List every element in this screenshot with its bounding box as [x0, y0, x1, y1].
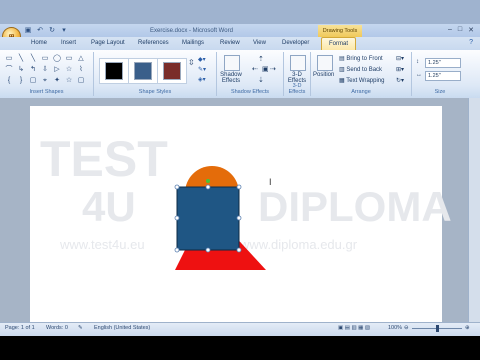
view-buttons[interactable]: ▣ ▤ ▥ ▦ ▧: [338, 325, 370, 331]
text-cursor-icon: I: [269, 177, 272, 187]
zoom-slider-thumb[interactable]: [436, 325, 439, 332]
status-words[interactable]: Words: 0: [46, 325, 68, 331]
zoom-level[interactable]: 100%: [388, 325, 402, 331]
rotation-handle[interactable]: [206, 179, 210, 183]
status-proofing-icon[interactable]: ✎: [78, 325, 83, 331]
drawing-canvas: I: [174, 166, 272, 270]
status-page[interactable]: Page: 1 of 1: [5, 325, 35, 331]
status-language[interactable]: English (United States): [94, 325, 150, 331]
blue-square-shape[interactable]: [176, 186, 240, 251]
zoom-in-icon[interactable]: ⊕: [465, 325, 470, 331]
screen-bottom-bar: [0, 336, 480, 360]
zoom-out-icon[interactable]: ⊖: [404, 325, 409, 331]
